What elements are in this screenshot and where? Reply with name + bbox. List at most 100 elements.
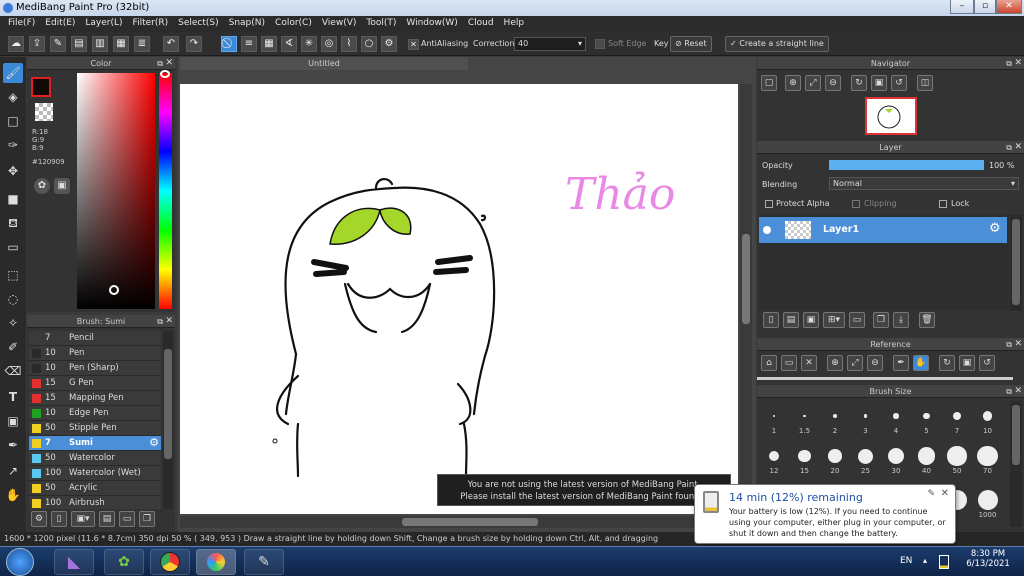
eraser-tool-icon[interactable]: ◈	[3, 87, 23, 107]
dot-pen-icon[interactable]: ✑	[3, 135, 23, 155]
reference-rotate-reset-icon[interactable]: ↺	[979, 355, 995, 371]
create-straight-line-button[interactable]: ✓ Create a straight line	[725, 36, 829, 52]
layer-settings-icon[interactable]: ⚙	[989, 221, 1001, 236]
undo-icon[interactable]: ↶	[163, 36, 179, 52]
brush-size-cell[interactable]: 7	[942, 405, 972, 441]
expand-icon[interactable]: ⧉	[157, 59, 163, 69]
magic-wand-icon[interactable]: ✧	[3, 313, 23, 333]
minimize-button[interactable]: –	[950, 0, 974, 14]
snap-settings-icon[interactable]: ⚙	[381, 36, 397, 52]
zoom-in-icon[interactable]: ⊕	[785, 75, 801, 91]
protect-alpha-checkbox[interactable]	[765, 200, 773, 208]
brush-size-cell[interactable]: 30	[881, 445, 911, 481]
chevron-up-icon[interactable]: ▴	[923, 556, 927, 565]
concentric-snap-icon[interactable]: ◎	[321, 36, 337, 52]
divide-tool-icon[interactable]: ▣	[3, 411, 23, 431]
menu-edit[interactable]: Edit(E)	[41, 16, 81, 32]
brush-size-cell[interactable]: 20	[820, 445, 850, 481]
flip-icon[interactable]: ◫	[917, 75, 933, 91]
background-color-swatch[interactable]	[35, 103, 53, 121]
menu-snap[interactable]: Snap(N)	[225, 16, 271, 32]
canvas-vertical-scrollbar[interactable]	[740, 84, 752, 514]
close-icon[interactable]: ✕	[165, 316, 173, 326]
new-8bit-layer-icon[interactable]: ▣	[803, 312, 819, 328]
folder-icon[interactable]: ▭	[119, 511, 135, 527]
scrollbar-thumb[interactable]	[1012, 219, 1020, 305]
clock[interactable]: 8:30 PM 6/13/2021	[966, 549, 1010, 569]
brush-size-cell[interactable]: 1000	[973, 489, 1003, 525]
close-icon[interactable]: ✕	[941, 488, 949, 499]
parallel-snap-icon[interactable]: ≡	[241, 36, 257, 52]
reference-actual-size-icon[interactable]: ▣	[959, 355, 975, 371]
curve-snap-icon[interactable]: ⌇	[341, 36, 357, 52]
reference-zoom-in-icon[interactable]: ⊕	[827, 355, 843, 371]
delete-layer-icon[interactable]: 🗑	[919, 312, 935, 328]
comment-icon[interactable]: ✎	[50, 36, 66, 52]
app-icon-green[interactable]: ✿	[104, 549, 144, 575]
vanishing-snap-icon[interactable]: ∢	[281, 36, 297, 52]
radial-snap-icon[interactable]: ✳	[301, 36, 317, 52]
brush-item[interactable]: 50 Stipple Pen	[29, 421, 161, 436]
share-icon[interactable]: ⇪	[29, 36, 45, 52]
brush-size-cell[interactable]: 25	[851, 445, 881, 481]
brush-size-cell[interactable]: 1.5	[790, 405, 820, 441]
text-tool-icon[interactable]: T	[3, 387, 23, 407]
opacity-slider[interactable]	[829, 160, 984, 170]
canvas-horizontal-scrollbar[interactable]	[180, 516, 738, 528]
select-pen-icon[interactable]: ✐	[3, 337, 23, 357]
clipping-checkbox[interactable]	[852, 200, 860, 208]
brush-settings-icon[interactable]: ⚙	[31, 511, 47, 527]
hand-tool-icon[interactable]: ✋	[3, 485, 23, 505]
eye-icon[interactable]	[763, 226, 771, 234]
circle-snap-icon[interactable]: ○	[361, 36, 377, 52]
scrollbar-thumb[interactable]	[402, 518, 538, 526]
reference-eyedropper-icon[interactable]: ✒	[893, 355, 909, 371]
start-button[interactable]	[6, 548, 34, 576]
reference-zoom-out-icon[interactable]: ⊖	[867, 355, 883, 371]
brush-item[interactable]: 15 Mapping Pen	[29, 391, 161, 406]
brush-item[interactable]: 10 Pen	[29, 346, 161, 361]
battery-notification[interactable]: 14 min (12%) remaining ✎ ✕ Your battery …	[694, 484, 956, 544]
fit-window-icon[interactable]: ⤢	[805, 75, 821, 91]
move-tool-icon[interactable]: ✥	[3, 161, 23, 181]
reference-home-icon[interactable]: ⌂	[761, 355, 777, 371]
language-indicator[interactable]: EN	[900, 556, 912, 566]
brush-item[interactable]: 100 Watercolor (Wet)	[29, 466, 161, 481]
brush-size-cell[interactable]: 1	[759, 405, 789, 441]
expand-icon[interactable]: ⧉	[1006, 387, 1012, 397]
select-tool-icon[interactable]: ⬚	[3, 265, 23, 285]
close-icon[interactable]: ✕	[1014, 58, 1022, 68]
brush-tool-icon[interactable]: 🖌	[3, 63, 23, 83]
lock-checkbox[interactable]	[939, 200, 947, 208]
brush-item[interactable]: 100 Airbrush	[29, 496, 161, 509]
expand-icon[interactable]: ⧉	[157, 317, 163, 327]
reference-fit-icon[interactable]: ⤢	[847, 355, 863, 371]
expand-icon[interactable]: ⧉	[1006, 143, 1012, 153]
antialiasing-checkbox[interactable]: ✕	[408, 39, 419, 50]
hue-slider-handle[interactable]	[160, 70, 170, 78]
layer-list-scrollbar[interactable]	[1010, 215, 1022, 311]
brush-settings-icon[interactable]: ⚙	[149, 436, 159, 450]
new-halftone-layer-icon[interactable]: ▤	[783, 312, 799, 328]
expand-icon[interactable]: ⧉	[1006, 59, 1012, 69]
new-layer-icon[interactable]: ▯	[763, 312, 779, 328]
menu-help[interactable]: Help	[500, 16, 531, 32]
redo-icon[interactable]: ↷	[186, 36, 202, 52]
hue-slider[interactable]	[159, 70, 172, 309]
brush-item[interactable]: 50 Watercolor	[29, 451, 161, 466]
operation-tool-icon[interactable]: ↗	[3, 461, 23, 481]
soft-edge-checkbox[interactable]	[595, 39, 605, 49]
brush-size-scrollbar[interactable]	[1010, 401, 1022, 527]
palette-icon[interactable]: ✿	[34, 178, 50, 194]
battery-tray-icon[interactable]	[939, 555, 949, 569]
reference-open-icon[interactable]: ▭	[781, 355, 797, 371]
chat-icon[interactable]: ▤	[71, 36, 87, 52]
close-icon[interactable]: ✕	[1014, 142, 1022, 152]
color-history-icon[interactable]: ▣	[54, 178, 70, 194]
brush-size-cell[interactable]: 3	[851, 405, 881, 441]
duplicate-layer-icon[interactable]: ❐	[873, 312, 889, 328]
cloud-icon[interactable]: ☁	[8, 36, 24, 52]
document-icon[interactable]: ▥	[92, 36, 108, 52]
paint-icon[interactable]: ✎	[244, 549, 284, 575]
update-notice[interactable]: You are not using the latest version of …	[437, 474, 731, 506]
